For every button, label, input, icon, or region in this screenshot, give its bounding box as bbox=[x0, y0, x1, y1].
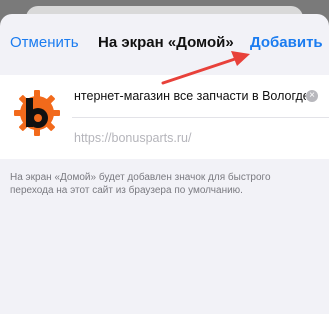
navigation-bar: Отменить На экран «Домой» Добавить bbox=[0, 14, 329, 69]
add-button[interactable]: Добавить bbox=[250, 34, 323, 51]
shortcut-url: https://bonusparts.ru/ bbox=[74, 131, 192, 145]
cancel-button[interactable]: Отменить bbox=[10, 34, 79, 51]
shortcut-card: × https://bonusparts.ru/ bbox=[0, 75, 329, 159]
divider bbox=[72, 117, 329, 118]
shortcut-name-field[interactable] bbox=[74, 85, 306, 107]
add-to-home-sheet: Отменить На экран «Домой» Добавить нтерн… bbox=[0, 14, 329, 314]
bonusparts-logo-icon bbox=[14, 90, 60, 136]
clear-icon[interactable]: × bbox=[306, 90, 318, 102]
footnote-text: На экран «Домой» будет добавлен значок д… bbox=[10, 172, 271, 196]
page-title: На экран «Домой» bbox=[98, 34, 234, 51]
